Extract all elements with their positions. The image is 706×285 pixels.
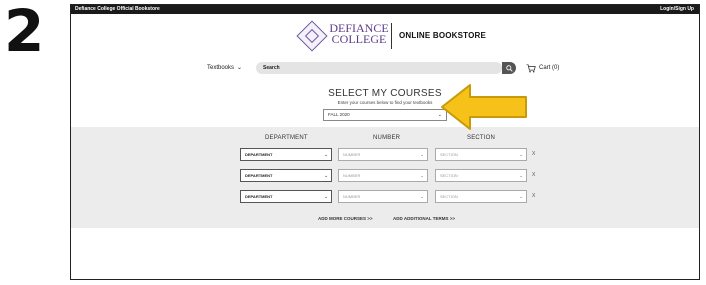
section-value: SECTION: [440, 152, 458, 157]
department-value: DEPARTMENT: [245, 194, 273, 199]
number-value: NUMBER: [343, 194, 361, 199]
college-name-line2: COLLEGE: [331, 32, 387, 46]
section-column-header: SECTION: [467, 135, 496, 141]
logo[interactable]: DEFIANCE COLLEGE ONLINE BOOKSTORE: [296, 19, 509, 57]
number-select[interactable]: NUMBER ⌄: [338, 190, 428, 203]
department-select[interactable]: DEPARTMENT ⌄: [240, 190, 332, 203]
section-select[interactable]: SECTION ⌄: [435, 169, 527, 182]
section-select[interactable]: SECTION ⌄: [435, 148, 527, 161]
cart-link[interactable]: Cart (0): [526, 61, 559, 75]
number-value: NUMBER: [343, 173, 361, 178]
chevron-down-icon: ⌄: [420, 194, 424, 199]
college-name: DEFIANCE COLLEGE: [329, 22, 389, 46]
department-value: DEPARTMENT: [245, 152, 273, 157]
number-column-header: NUMBER: [373, 135, 401, 141]
store-title: ONLINE BOOKSTORE: [399, 31, 487, 40]
pointer-arrow-icon: [441, 84, 527, 130]
chevron-down-icon: ⌄: [519, 173, 523, 178]
remove-row-button[interactable]: X: [532, 148, 535, 161]
cart-icon: [526, 63, 536, 73]
courses-panel: DEPARTMENT NUMBER SECTION DEPARTMENT ⌄ NU…: [71, 127, 699, 228]
chevron-down-icon: ⌄: [519, 194, 523, 199]
textbooks-label: Textbooks: [207, 65, 235, 71]
chevron-down-icon: ⌄: [324, 173, 328, 178]
search-button[interactable]: [502, 62, 516, 74]
chevron-down-icon: ⌄: [237, 65, 243, 71]
department-value: DEPARTMENT: [245, 173, 273, 178]
add-more-courses-link[interactable]: ADD MORE COURSES >>: [318, 216, 373, 221]
chevron-down-icon: ⌄: [420, 152, 424, 157]
cart-label: Cart (0): [539, 65, 560, 71]
section-value: SECTION: [440, 194, 458, 199]
section-select[interactable]: SECTION ⌄: [435, 190, 527, 203]
section-value: SECTION: [440, 173, 458, 178]
add-additional-terms-link[interactable]: ADD ADDITIONAL TERMS >>: [393, 216, 455, 221]
department-column-header: DEPARTMENT: [265, 135, 308, 141]
textbooks-menu[interactable]: Textbooks ⌄: [207, 61, 242, 75]
department-select[interactable]: DEPARTMENT ⌄: [240, 169, 332, 182]
login-link[interactable]: Login/Sign Up: [660, 5, 694, 14]
chevron-down-icon: ⌄: [324, 194, 328, 199]
chevron-down-icon: ⌄: [519, 152, 523, 157]
top-bar: Defiance College Official Bookstore Logi…: [71, 5, 699, 14]
chevron-down-icon: ⌄: [324, 152, 328, 157]
chevron-down-icon: ⌄: [420, 173, 424, 178]
number-value: NUMBER: [343, 152, 361, 157]
remove-row-button[interactable]: X: [532, 169, 535, 182]
search-icon: [505, 64, 513, 72]
college-seal-icon: [296, 20, 328, 52]
number-select[interactable]: NUMBER ⌄: [338, 169, 428, 182]
nav-row: Textbooks⌄ Cart (0): [71, 61, 699, 75]
term-select[interactable]: FALL 2020 ⌄: [323, 109, 447, 121]
select-courses-subheading: Enter your courses below to find your te…: [337, 100, 433, 105]
select-courses-heading: SELECT MY COURSES: [328, 88, 442, 99]
browser-frame: Defiance College Official Bookstore Logi…: [70, 4, 700, 280]
department-select[interactable]: DEPARTMENT ⌄: [240, 148, 332, 161]
remove-row-button[interactable]: X: [532, 190, 535, 203]
term-value: FALL 2020: [328, 112, 350, 117]
site-name[interactable]: Defiance College Official Bookstore: [75, 5, 160, 14]
step-number: 2: [4, 0, 45, 65]
logo-divider: [391, 23, 392, 49]
search-input[interactable]: [256, 62, 502, 74]
number-select[interactable]: NUMBER ⌄: [338, 148, 428, 161]
